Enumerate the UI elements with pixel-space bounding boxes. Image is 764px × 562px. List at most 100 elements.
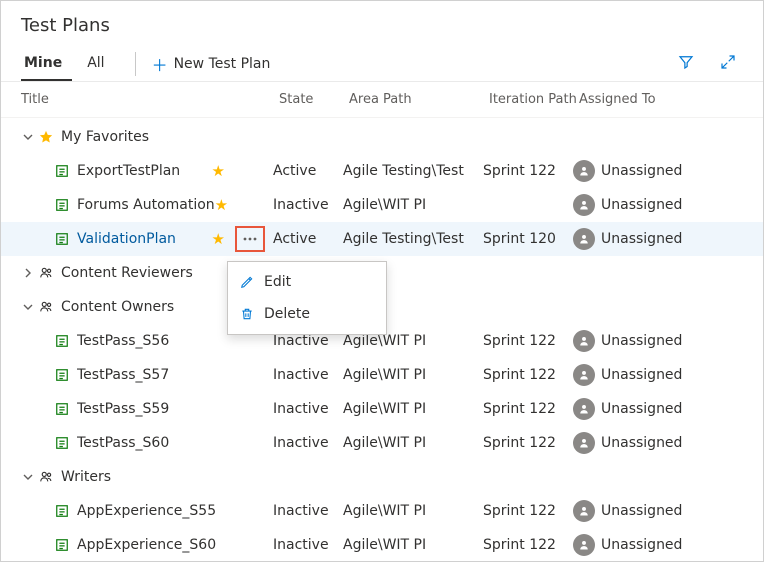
more-actions-button[interactable]: [235, 226, 265, 252]
test-plan-icon: [55, 436, 69, 450]
plan-state: Inactive: [273, 537, 343, 553]
plan-title: ValidationPlan: [77, 231, 176, 247]
assigned-label: Unassigned: [601, 503, 682, 519]
plan-state: Inactive: [273, 197, 343, 213]
chevron-right-icon: [21, 266, 35, 280]
group-row[interactable]: My Favorites: [1, 120, 763, 154]
avatar-icon: [573, 228, 595, 250]
test-plan-row[interactable]: TestPass_S57InactiveAgile\WIT PISprint 1…: [1, 358, 763, 392]
test-plan-icon: [55, 198, 69, 212]
test-plan-row[interactable]: TestPass_S59InactiveAgile\WIT PISprint 1…: [1, 392, 763, 426]
context-menu: Edit Delete: [227, 261, 387, 335]
col-assigned[interactable]: Assigned To: [579, 92, 743, 107]
assigned-label: Unassigned: [601, 197, 682, 213]
col-iteration[interactable]: Iteration Path: [489, 92, 579, 107]
plan-assigned[interactable]: Unassigned: [573, 228, 682, 250]
pencil-icon: [240, 275, 254, 289]
test-plan-row[interactable]: ValidationPlan ★ ActiveAgile Testing\TestS…: [1, 222, 763, 256]
new-test-plan-button[interactable]: ＋ New Test Plan: [144, 48, 279, 80]
menu-edit[interactable]: Edit: [228, 266, 386, 298]
plan-iteration: Sprint 122: [483, 503, 573, 519]
group-name: Writers: [61, 469, 561, 485]
menu-edit-label: Edit: [264, 274, 291, 290]
test-plan-icon: [55, 368, 69, 382]
chevron-down-icon: [21, 130, 35, 144]
plan-area: Agile\WIT PI: [343, 367, 483, 383]
plan-assigned[interactable]: Unassigned: [573, 534, 682, 556]
plan-title: ExportTestPlan: [77, 163, 180, 179]
toolbar: Mine All ＋ New Test Plan: [1, 42, 763, 82]
plan-title: TestPass_S59: [77, 401, 169, 417]
column-headers: Title State Area Path Iteration Path Ass…: [1, 82, 763, 118]
group-row[interactable]: Writers: [1, 460, 763, 494]
test-plan-row[interactable]: AppExperience_S55InactiveAgile\WIT PISpr…: [1, 494, 763, 528]
plan-assigned[interactable]: Unassigned: [573, 432, 682, 454]
favorite-star-icon[interactable]: ★: [215, 196, 228, 214]
new-plan-label: New Test Plan: [174, 56, 271, 72]
test-plan-row[interactable]: Forums Automation★ InactiveAgile\WIT PI Un…: [1, 188, 763, 222]
group-name: My Favorites: [61, 129, 561, 145]
plan-assigned[interactable]: Unassigned: [573, 160, 682, 182]
assigned-label: Unassigned: [601, 435, 682, 451]
favorite-star-icon[interactable]: ★: [212, 230, 225, 248]
assigned-label: Unassigned: [601, 401, 682, 417]
assigned-label: Unassigned: [601, 231, 682, 247]
filter-icon[interactable]: [677, 53, 695, 75]
plan-state: Active: [273, 231, 343, 247]
plan-iteration: Sprint 122: [483, 537, 573, 553]
avatar-icon: [573, 330, 595, 352]
plan-state: Inactive: [273, 333, 343, 349]
assigned-label: Unassigned: [601, 333, 682, 349]
plan-iteration: Sprint 120: [483, 231, 573, 247]
test-plan-icon: [55, 334, 69, 348]
test-plan-icon: [55, 504, 69, 518]
col-title[interactable]: Title: [21, 92, 279, 107]
test-plans-tree: My FavoritesExportTestPlan★ActiveAgile T…: [1, 118, 763, 562]
avatar-icon: [573, 534, 595, 556]
avatar-icon: [573, 398, 595, 420]
plan-assigned[interactable]: Unassigned: [573, 364, 682, 386]
plan-title: TestPass_S57: [77, 367, 169, 383]
favorite-star-icon[interactable]: ★: [212, 162, 225, 180]
menu-delete[interactable]: Delete: [228, 298, 386, 330]
assigned-label: Unassigned: [601, 367, 682, 383]
test-plan-row[interactable]: AppExperience_S60InactiveAgile\WIT PISpr…: [1, 528, 763, 562]
page-title: Test Plans: [1, 1, 763, 42]
people-icon: [39, 300, 53, 314]
plan-title: AppExperience_S55: [77, 503, 216, 519]
col-area[interactable]: Area Path: [349, 92, 489, 107]
tab-mine[interactable]: Mine: [21, 47, 72, 81]
assigned-label: Unassigned: [601, 163, 682, 179]
test-plan-row[interactable]: ExportTestPlan★ActiveAgile Testing\TestS…: [1, 154, 763, 188]
test-plan-icon: [55, 402, 69, 416]
plan-assigned[interactable]: Unassigned: [573, 500, 682, 522]
plan-assigned[interactable]: Unassigned: [573, 330, 682, 352]
tab-all[interactable]: All: [84, 47, 114, 81]
plan-state: Active: [273, 163, 343, 179]
expand-icon[interactable]: [719, 53, 737, 75]
plan-area: Agile\WIT PI: [343, 333, 483, 349]
avatar-icon: [573, 500, 595, 522]
plan-assigned[interactable]: Unassigned: [573, 398, 682, 420]
plan-state: Inactive: [273, 435, 343, 451]
star-icon: [39, 130, 53, 144]
plan-area: Agile\WIT PI: [343, 401, 483, 417]
plan-title: AppExperience_S60: [77, 537, 216, 553]
plan-state: Inactive: [273, 401, 343, 417]
plan-title: TestPass_S60: [77, 435, 169, 451]
plan-area: Agile\WIT PI: [343, 197, 483, 213]
chevron-down-icon: [21, 300, 35, 314]
plan-title: Forums Automation: [77, 197, 215, 213]
people-icon: [39, 266, 53, 280]
test-plan-icon: [55, 538, 69, 552]
separator: [135, 52, 136, 76]
plan-iteration: Sprint 122: [483, 435, 573, 451]
plus-icon: ＋: [152, 52, 168, 76]
test-plan-row[interactable]: TestPass_S60InactiveAgile\WIT PISprint 1…: [1, 426, 763, 460]
plan-iteration: Sprint 122: [483, 367, 573, 383]
plan-area: Agile Testing\Test: [343, 231, 483, 247]
plan-assigned[interactable]: Unassigned: [573, 194, 682, 216]
test-plan-icon: [55, 164, 69, 178]
menu-delete-label: Delete: [264, 306, 310, 322]
col-state[interactable]: State: [279, 92, 349, 107]
